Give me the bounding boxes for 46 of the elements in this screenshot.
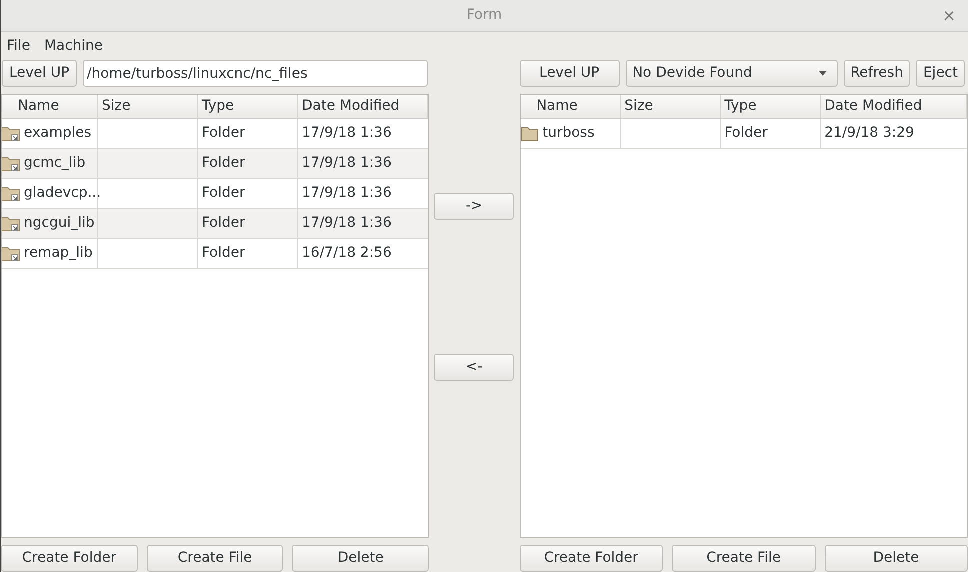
table-cell-text: examples [24, 124, 92, 143]
column-header[interactable]: Size [620, 95, 721, 118]
column-header[interactable]: Size [98, 95, 198, 118]
action-button[interactable]: Delete [824, 545, 968, 572]
table-cell: Folder [198, 209, 298, 238]
menu-item[interactable]: File [7, 36, 30, 56]
column-header[interactable]: Type [720, 95, 821, 118]
column-header[interactable]: Type [198, 95, 298, 118]
table-cell: Folder [198, 179, 298, 208]
copy-right-button[interactable]: -> [434, 193, 514, 220]
folder-icon [520, 126, 539, 142]
table-cell-text: 17/9/18 1:36 [301, 214, 393, 233]
eject-button[interactable]: Eject [916, 60, 965, 87]
table-cell-text: 17/9/18 1:36 [301, 154, 393, 173]
table-cell: Folder [198, 239, 298, 268]
column-header[interactable]: Name [520, 95, 621, 118]
table-cell-text: 21/9/18 3:29 [824, 124, 916, 143]
table-cell: Folder [198, 119, 298, 148]
menu-item[interactable]: Machine [44, 36, 104, 56]
table-cell-text: gladevcp... [24, 184, 102, 203]
table-cell-text: ngcgui_lib [24, 214, 95, 233]
table-cell-text: remap_lib [24, 244, 93, 263]
action-button[interactable]: Create File [146, 545, 284, 572]
level-up-button[interactable]: Level UP [2, 60, 77, 87]
level-up-button[interactable]: Level UP [520, 60, 620, 87]
table-cell-text: gcmc_lib [24, 154, 86, 173]
table-cell-text: 16/7/18 2:56 [301, 244, 393, 263]
refresh-button[interactable]: Refresh [844, 60, 910, 87]
column-header[interactable]: Name [2, 95, 98, 118]
table-cell-text: 17/9/18 1:36 [301, 124, 393, 143]
table-cell-text: turboss [542, 124, 595, 143]
window-title: Form [466, 6, 502, 25]
action-button[interactable]: Delete [292, 545, 430, 572]
column-header[interactable]: Date Modified [820, 95, 967, 118]
path-field[interactable]: /home/turboss/linuxcnc/nc_files [83, 60, 428, 87]
column-header[interactable]: Date Modified [298, 95, 428, 118]
copy-left-button[interactable]: <- [434, 354, 514, 381]
table-cell: Folder [720, 119, 821, 148]
action-button[interactable]: Create Folder [1, 545, 138, 572]
table-cell-text: 17/9/18 1:36 [301, 184, 393, 203]
device-dropdown[interactable]: No Devide Found [626, 60, 838, 87]
caret-icon [818, 71, 827, 76]
table-cell: Folder [198, 149, 298, 178]
close-button[interactable]: × [942, 6, 956, 26]
action-button[interactable]: Create Folder [520, 545, 664, 572]
action-button[interactable]: Create File [672, 545, 816, 572]
